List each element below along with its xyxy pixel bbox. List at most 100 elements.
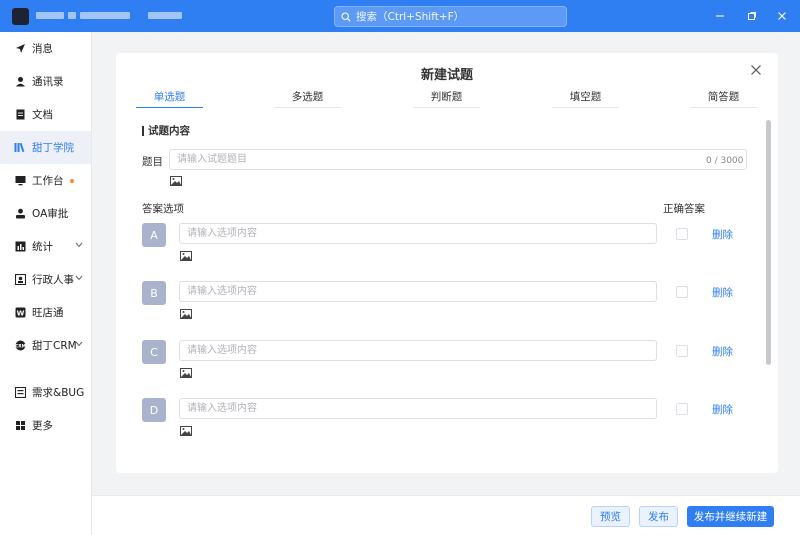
option-d-delete-button[interactable]: 删除 — [712, 402, 733, 417]
option-a-delete-button[interactable]: 删除 — [712, 227, 733, 242]
sidebar: 消息 通讯录 文档 甜丁学院 工作台 OA审批 统计 行政人事 W 旺店通 CR… — [0, 32, 92, 535]
option-b-delete-button[interactable]: 删除 — [712, 285, 733, 300]
blurred-app-name — [148, 12, 182, 19]
option-b-correct-checkbox[interactable] — [676, 286, 688, 298]
option-c-input[interactable] — [179, 340, 657, 361]
dialog-close-button[interactable] — [750, 64, 764, 78]
badge-icon — [14, 274, 26, 286]
sidebar-item-label: OA审批 — [32, 208, 69, 220]
sidebar-item-contacts[interactable]: 通讯录 — [0, 65, 91, 98]
sidebar-item-label: 工作台 — [32, 175, 64, 187]
tab-true-false[interactable]: 判断题 — [413, 86, 480, 108]
tab-multiple-choice[interactable]: 多选题 — [274, 86, 341, 108]
image-upload-icon[interactable] — [170, 176, 182, 186]
chevron-down-icon — [75, 275, 83, 281]
sidebar-item-label: 通讯录 — [32, 76, 64, 88]
store-icon: W — [14, 307, 26, 319]
tab-fill-blank[interactable]: 填空题 — [552, 86, 619, 108]
option-letter-b: B — [142, 281, 166, 305]
sidebar-item-docs[interactable]: 文档 — [0, 98, 91, 131]
sidebar-item-label: 旺店通 — [32, 307, 64, 319]
image-upload-icon[interactable] — [180, 368, 192, 378]
new-question-dialog: 新建试题 单选题 多选题 判断题 填空题 简答题 试题内容 题目 0 / 300… — [116, 53, 778, 473]
image-upload-icon[interactable] — [180, 426, 192, 436]
tab-short-answer[interactable]: 简答题 — [690, 86, 757, 108]
sidebar-item-label: 统计 — [32, 241, 53, 253]
option-d-input[interactable] — [179, 398, 657, 419]
app-logo — [12, 8, 29, 25]
maximize-icon — [748, 12, 756, 20]
notification-dot — [69, 178, 74, 183]
grid-icon — [14, 420, 26, 432]
image-upload-icon[interactable] — [180, 309, 192, 319]
image-upload-icon[interactable] — [180, 251, 192, 261]
document-icon — [14, 109, 26, 121]
sidebar-item-messages[interactable]: 消息 — [0, 32, 91, 65]
blurred-app-name — [80, 12, 130, 19]
option-letter-d: D — [142, 398, 166, 422]
tab-single-choice[interactable]: 单选题 — [136, 86, 203, 108]
sidebar-item-oa-approval[interactable]: OA审批 — [0, 197, 91, 230]
section-bar — [142, 125, 144, 136]
publish-button[interactable]: 发布 — [639, 506, 678, 527]
correct-answer-label: 正确答案 — [663, 203, 705, 215]
send-icon — [14, 43, 26, 55]
sidebar-item-academy[interactable]: 甜丁学院 — [0, 131, 91, 164]
sidebar-item-hr-admin[interactable]: 行政人事 — [0, 263, 91, 296]
section-title: 试题内容 — [142, 123, 190, 138]
svg-text:CRM: CRM — [15, 343, 25, 348]
svg-text:W: W — [16, 309, 24, 317]
maximize-button[interactable] — [745, 9, 759, 23]
char-counter: 0 / 3000 — [706, 156, 744, 166]
sidebar-item-label: 更多 — [32, 420, 53, 432]
monitor-icon — [14, 175, 26, 187]
sidebar-item-label: 行政人事 — [32, 274, 74, 286]
option-c-delete-button[interactable]: 删除 — [712, 344, 733, 359]
window-close-button[interactable] — [775, 9, 789, 23]
section-title-text: 试题内容 — [148, 125, 190, 137]
sidebar-item-statistics[interactable]: 统计 — [0, 230, 91, 263]
close-icon — [778, 12, 786, 20]
crm-icon: CRM — [14, 340, 26, 352]
sidebar-item-crm[interactable]: CRM 甜丁CRM — [0, 329, 91, 362]
stamp-icon — [14, 208, 26, 220]
chart-icon — [14, 241, 26, 253]
action-footer: 预览 发布 发布并继续新建 — [92, 495, 800, 535]
title-bar: 搜索（Ctrl+Shift+F） — [0, 0, 800, 32]
sidebar-item-requirements-bug[interactable]: 需求&BUG — [0, 376, 91, 409]
sidebar-item-label: 甜丁学院 — [32, 142, 74, 154]
preview-button[interactable]: 预览 — [591, 506, 630, 527]
sidebar-item-label: 消息 — [32, 43, 53, 55]
sidebar-item-label: 文档 — [32, 109, 53, 121]
sidebar-item-label: 甜丁CRM — [32, 340, 77, 352]
sidebar-item-wangdiantong[interactable]: W 旺店通 — [0, 296, 91, 329]
minimize-icon — [716, 15, 724, 17]
books-icon — [14, 142, 26, 154]
sidebar-item-label: 需求&BUG — [32, 387, 85, 399]
person-icon — [14, 76, 26, 88]
search-placeholder: 搜索（Ctrl+Shift+F） — [356, 11, 465, 23]
bug-icon — [14, 387, 26, 399]
chevron-down-icon — [75, 341, 83, 347]
option-b-input[interactable] — [179, 281, 657, 302]
option-a-input[interactable] — [179, 223, 657, 244]
question-title-input[interactable] — [169, 149, 747, 170]
sidebar-item-more[interactable]: 更多 — [0, 409, 91, 442]
option-a-correct-checkbox[interactable] — [676, 228, 688, 240]
publish-continue-button[interactable]: 发布并继续新建 — [687, 506, 774, 527]
close-icon — [751, 65, 761, 75]
option-d-correct-checkbox[interactable] — [676, 403, 688, 415]
chevron-down-icon — [75, 242, 83, 248]
option-c-correct-checkbox[interactable] — [676, 345, 688, 357]
dialog-scrollbar[interactable] — [766, 120, 771, 365]
option-letter-c: C — [142, 340, 166, 364]
minimize-button[interactable] — [713, 9, 727, 23]
sidebar-item-workbench[interactable]: 工作台 — [0, 164, 91, 197]
search-bar[interactable]: 搜索（Ctrl+Shift+F） — [334, 6, 567, 27]
search-icon — [341, 11, 351, 22]
dialog-title: 新建试题 — [420, 68, 473, 83]
blurred-app-name — [36, 12, 64, 19]
question-label: 题目 — [142, 156, 163, 168]
blurred-app-name — [68, 12, 76, 19]
options-label: 答案选项 — [142, 203, 184, 215]
